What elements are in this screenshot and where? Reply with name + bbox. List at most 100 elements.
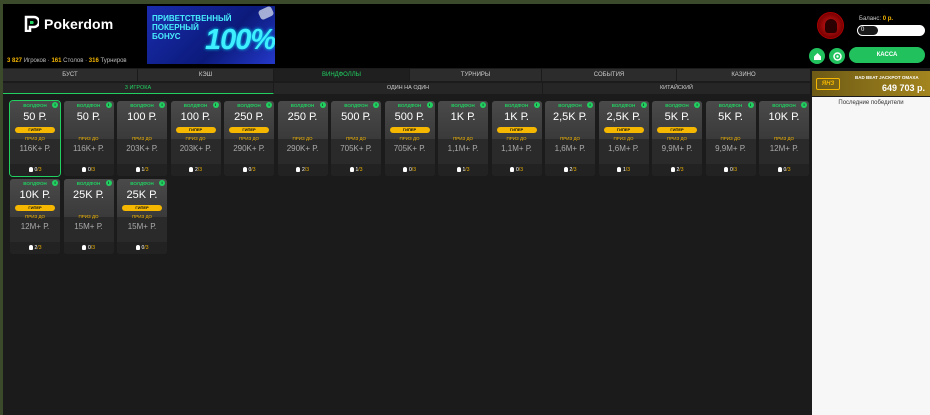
- avatar[interactable]: [817, 12, 844, 39]
- players-max: 3: [734, 167, 737, 173]
- welcome-bonus-banner[interactable]: ПРИВЕТСТВЕННЫЙ ПОКЕРНЫЙ БОНУС 100%: [147, 6, 275, 64]
- info-icon[interactable]: i: [694, 102, 700, 108]
- info-icon[interactable]: i: [640, 102, 647, 108]
- user-icon: [563, 167, 568, 173]
- info-icon[interactable]: i: [212, 102, 219, 108]
- tab-tournaments[interactable]: ТУРНИРЫ: [410, 69, 542, 81]
- card-buyin: 500 Р.: [394, 111, 425, 123]
- player-count: 2/3: [652, 164, 702, 176]
- prize-label: ПРИЗ ДО: [292, 136, 313, 141]
- tab-chinese[interactable]: КИТАЙСКИЙ: [543, 83, 811, 94]
- player-count: 2/3: [10, 242, 60, 254]
- players-max: 3: [38, 167, 42, 173]
- player-count: 0/3: [759, 164, 809, 176]
- tournament-card[interactable]: ВОЛДФОН i 50 Р. ГИПЕР ПРИЗ ДО 116K+ Р. 0/3: [9, 100, 61, 177]
- tournament-card[interactable]: ВОЛДФОН i 5K Р. ПРИЗ ДО 9,9M+ Р. 0/3: [705, 101, 756, 176]
- lobby-stats: 3 827 Игроков · 161 Столов · 316 Турниро…: [7, 58, 127, 64]
- tournament-card[interactable]: ВОЛДФОН i 500 Р. ГИПЕР ПРИЗ ДО 705K+ Р. 0/3: [384, 101, 435, 176]
- card-buyin: 5K Р.: [664, 111, 690, 123]
- balance-toggle[interactable]: 0: [857, 25, 925, 36]
- player-count: 1/3: [117, 164, 167, 176]
- tab-casino[interactable]: КАЗИНО: [677, 69, 811, 81]
- info-icon[interactable]: i: [373, 102, 379, 108]
- players-max: 3: [520, 167, 523, 173]
- info-icon[interactable]: i: [801, 102, 807, 108]
- tournament-card[interactable]: ВОЛДФОН i 1K Р. ПРИЗ ДО 1,1M+ Р. 1/3: [438, 101, 488, 176]
- card-buyin: 2,5K Р.: [606, 111, 641, 123]
- card-buyin: 250 Р.: [287, 111, 318, 123]
- card-buyin: 2,5K Р.: [553, 111, 587, 123]
- recent-winners-title: Последние победители: [838, 100, 904, 106]
- tab-heads-up[interactable]: ОДИН НА ОДИН: [274, 83, 543, 94]
- tournaments-label: Турниров: [100, 58, 127, 64]
- tournament-card[interactable]: ВОЛДФОН i 10K Р. ГИПЕР ПРИЗ ДО 12M+ Р. 2/3: [10, 179, 60, 254]
- player-count: 1/3: [438, 164, 488, 176]
- card-buyin: 250 Р.: [234, 111, 264, 123]
- info-icon[interactable]: i: [105, 102, 112, 108]
- brand-logo[interactable]: Pokerdom: [24, 15, 113, 32]
- players-max: 3: [627, 167, 630, 173]
- info-icon[interactable]: i: [105, 180, 112, 186]
- tournament-card[interactable]: ВОЛДФОН i 25K Р. ГИПЕР ПРИЗ ДО 15M+ Р. 0/3: [117, 179, 167, 254]
- tab-boost[interactable]: БУСТ: [3, 69, 138, 81]
- info-icon[interactable]: i: [159, 102, 165, 108]
- tab-windfalls[interactable]: ВИНДФОЛЛЫ: [274, 69, 410, 81]
- tab-cash[interactable]: КЭШ: [138, 69, 274, 81]
- user-icon: [349, 167, 354, 173]
- player-count: 0/3: [491, 164, 542, 176]
- support-button[interactable]: [829, 48, 845, 64]
- prize-value: 12M+ Р.: [769, 144, 799, 153]
- tournament-card[interactable]: ВОЛДФОН i 500 Р. ПРИЗ ДО 705K+ Р. 1/3: [331, 101, 381, 176]
- tournament-card[interactable]: ВОЛДФОН i 50 Р. ПРИЗ ДО 116K+ Р. 0/3: [63, 101, 114, 176]
- tab-3-players[interactable]: 3 ИГРОКА: [3, 83, 274, 94]
- tournament-card[interactable]: ВОЛДФОН i 100 Р. ГИПЕР ПРИЗ ДО 203K+ Р. 2/3: [170, 101, 221, 176]
- prize-value: 15M+ Р.: [74, 222, 103, 231]
- info-icon[interactable]: i: [52, 102, 58, 108]
- cashier-button[interactable]: КАССА: [849, 47, 925, 63]
- poker-chip-icon: [257, 6, 275, 21]
- tournament-card[interactable]: ВОЛДФОН i 25K Р. ПРИЗ ДО 15M+ Р. 0/3: [63, 179, 114, 254]
- players-max: 3: [413, 167, 416, 173]
- tournament-card[interactable]: ВОЛДФОН i 10K Р. ПРИЗ ДО 12M+ Р. 0/3: [759, 101, 809, 176]
- hyper-badge: ГИПЕР: [15, 127, 55, 133]
- info-icon[interactable]: i: [159, 180, 165, 186]
- player-count: 2/3: [170, 164, 221, 176]
- bad-beat-jackpot[interactable]: ЯНЗ BAD BEAT JACKPOT ОМАХА 649 703 р.: [812, 71, 930, 96]
- prize-label: ПРИЗ ДО: [613, 136, 634, 141]
- info-icon[interactable]: i: [480, 102, 486, 108]
- tournament-card[interactable]: ВОЛДФОН i 1K Р. ГИПЕР ПРИЗ ДО 1,1M+ Р. 0/3: [491, 101, 542, 176]
- tournament-card[interactable]: ВОЛДФОН i 2,5K Р. ГИПЕР ПРИЗ ДО 1,6M+ Р. 1/3: [598, 101, 649, 176]
- tournament-card[interactable]: ВОЛДФОН i 250 Р. ПРИЗ ДО 290K+ Р. 2/3: [277, 101, 328, 176]
- prize-value: 12M+ Р.: [20, 222, 50, 231]
- prize-label: ПРИЗ ДО: [667, 136, 687, 141]
- players-max: 3: [252, 167, 256, 173]
- prize-label: ПРИЗ ДО: [720, 136, 741, 141]
- info-icon[interactable]: i: [747, 102, 754, 108]
- tournament-card[interactable]: ВОЛДФОН i 2,5K Р. ПРИЗ ДО 1,6M+ Р. 2/3: [545, 101, 595, 176]
- player-count: 0/3: [224, 164, 274, 176]
- card-buyin: 1K Р.: [450, 111, 476, 123]
- players-max: 3: [92, 167, 95, 173]
- info-icon[interactable]: i: [52, 180, 58, 186]
- balance-value: 0 р.: [882, 16, 894, 22]
- tables-label: Столов: [63, 58, 84, 64]
- prize-value: 203K+ Р.: [126, 144, 158, 153]
- player-count: 1/3: [598, 164, 649, 176]
- pokerdom-logo-icon: [24, 15, 39, 32]
- tournament-card[interactable]: ВОЛДФОН i 100 Р. ПРИЗ ДО 203K+ Р. 1/3: [117, 101, 167, 176]
- info-icon[interactable]: i: [426, 102, 433, 108]
- tab-events[interactable]: СОБЫТИЯ: [542, 69, 677, 81]
- prize-label: ПРИЗ ДО: [239, 136, 259, 141]
- players-max: 3: [306, 167, 309, 173]
- prize-label: ПРИЗ ДО: [25, 214, 45, 219]
- user-icon: [777, 167, 782, 173]
- info-icon[interactable]: i: [266, 102, 272, 108]
- info-icon[interactable]: i: [319, 102, 326, 108]
- tournament-card[interactable]: ВОЛДФОН i 250 Р. ГИПЕР ПРИЗ ДО 290K+ Р. 0/3: [224, 101, 274, 176]
- info-icon[interactable]: i: [533, 102, 540, 108]
- user-icon: [242, 167, 247, 173]
- home-button[interactable]: [809, 48, 825, 64]
- info-icon[interactable]: i: [587, 102, 593, 108]
- tournament-card[interactable]: ВОЛДФОН i 5K Р. ГИПЕР ПРИЗ ДО 9,9M+ Р. 2/3: [652, 101, 702, 176]
- user-icon: [82, 245, 87, 251]
